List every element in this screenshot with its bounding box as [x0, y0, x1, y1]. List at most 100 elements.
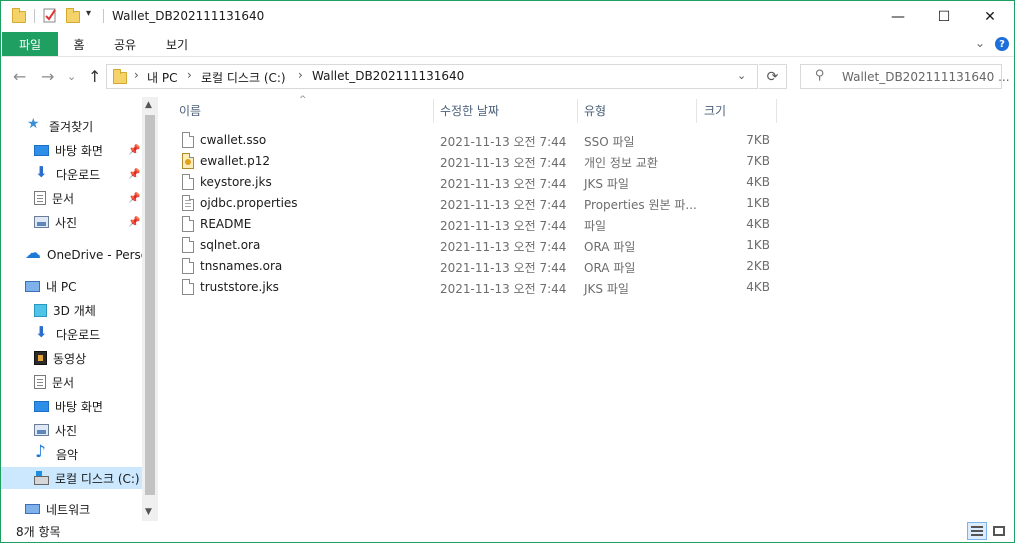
sidebar-item-this-pc[interactable]: 내 PC — [25, 275, 76, 297]
file-row[interactable]: ojdbc.properties 2021-11-13 오전 7:44 Prop… — [178, 193, 778, 214]
file-size: 4KB — [746, 175, 770, 189]
file-row[interactable]: README 2021-11-13 오전 7:44 파일 4KB — [178, 214, 778, 235]
folder-icon — [113, 69, 127, 84]
search-icon: ⚲ — [815, 68, 825, 83]
customize-quick-access-icon[interactable]: ▾ — [86, 8, 91, 26]
file-size: 4KB — [746, 280, 770, 294]
sidebar-item-desktop[interactable]: 바탕 화면 — [34, 139, 103, 161]
up-arrow-icon[interactable]: ↑ — [88, 67, 101, 86]
file-type: JKS 파일 — [584, 282, 629, 296]
column-divider[interactable] — [433, 99, 434, 123]
file-row[interactable]: keystore.jks 2021-11-13 오전 7:44 JKS 파일 4… — [178, 172, 778, 193]
breadcrumb-chevron-icon[interactable]: › — [187, 68, 192, 82]
file-row[interactable]: tnsnames.ora 2021-11-13 오전 7:44 ORA 파일 2… — [178, 256, 778, 277]
address-row: ← → ⌄ ↑ › 내 PC › 로컬 디스크 (C:) › Wallet_DB… — [1, 57, 1014, 97]
column-divider[interactable] — [577, 99, 578, 123]
file-size: 1KB — [746, 196, 770, 210]
tab-home[interactable]: 홈 — [63, 32, 95, 56]
maximize-button[interactable]: ☐ — [921, 1, 967, 32]
file-name: cwallet.sso — [200, 133, 267, 147]
sidebar-item-videos[interactable]: 동영상 — [34, 347, 86, 369]
column-header-name[interactable]: 이름 — [179, 97, 201, 124]
file-row[interactable]: ewallet.p12 2021-11-13 오전 7:44 개인 정보 교환 … — [178, 151, 778, 172]
sidebar-item-music[interactable]: 음악 — [34, 442, 78, 465]
minimize-button[interactable]: — — [875, 1, 921, 32]
sidebar-item-pictures[interactable]: 사진 — [34, 211, 77, 233]
pin-icon: 📌 — [128, 217, 141, 228]
back-arrow-icon[interactable]: ← — [13, 67, 26, 86]
file-type: ORA 파일 — [584, 240, 636, 254]
properties-icon[interactable] — [42, 7, 58, 25]
sidebar-item-local-disk[interactable]: 로컬 디스크 (C:) — [1, 467, 142, 489]
file-date: 2021-11-13 오전 7:44 — [440, 177, 567, 191]
download-icon — [34, 163, 50, 181]
help-icon[interactable]: ? — [995, 37, 1009, 51]
breadcrumb-item[interactable]: 로컬 디스크 (C:) — [201, 69, 286, 86]
file-name: sqlnet.ora — [200, 238, 261, 252]
refresh-icon: ⟳ — [766, 68, 779, 85]
file-name: tnsnames.ora — [200, 259, 283, 273]
tab-share[interactable]: 공유 — [105, 32, 145, 56]
video-icon — [34, 351, 47, 365]
address-bar[interactable]: › 내 PC › 로컬 디스크 (C:) › Wallet_DB20211113… — [106, 64, 758, 89]
refresh-button[interactable]: ⟳ — [759, 64, 787, 89]
sidebar-item-documents[interactable]: 문서 — [34, 187, 74, 209]
forward-arrow-icon[interactable]: → — [41, 67, 54, 86]
file-row[interactable]: truststore.jks 2021-11-13 오전 7:44 JKS 파일… — [178, 277, 778, 298]
sidebar-item-downloads[interactable]: 다운로드 — [34, 163, 100, 185]
status-bar: 8개 항목 — [1, 521, 1014, 542]
file-date: 2021-11-13 오전 7:44 — [440, 198, 567, 212]
sidebar-item-3d-objects[interactable]: 3D 개체 — [34, 299, 96, 321]
scrollbar-thumb[interactable] — [145, 115, 155, 495]
sidebar-item-pictures-pc[interactable]: 사진 — [34, 419, 77, 441]
column-divider[interactable] — [776, 99, 777, 123]
sort-ascending-icon: ^ — [299, 95, 307, 105]
sidebar-item-desktop-pc[interactable]: 바탕 화면 — [34, 395, 103, 417]
breadcrumb-item[interactable]: Wallet_DB202111131640 — [312, 69, 464, 83]
breadcrumb-chevron-icon[interactable]: › — [298, 68, 303, 82]
scroll-up-icon[interactable]: ▲ — [145, 100, 152, 110]
close-button[interactable]: ✕ — [967, 1, 1013, 32]
column-divider[interactable] — [696, 99, 697, 123]
file-type: 파일 — [584, 219, 607, 233]
scroll-down-icon[interactable]: ▼ — [145, 507, 152, 517]
file-size: 4KB — [746, 217, 770, 231]
file-size: 7KB — [746, 133, 770, 147]
column-header-size[interactable]: 크기 — [704, 97, 726, 124]
certificate-file-icon — [182, 153, 194, 169]
desktop-icon — [34, 400, 49, 412]
file-row[interactable]: sqlnet.ora 2021-11-13 오전 7:44 ORA 파일 1KB — [178, 235, 778, 256]
sidebar-item-quick-access[interactable]: 즐겨찾기 — [27, 115, 93, 137]
breadcrumb-chevron-icon[interactable]: › — [134, 68, 139, 82]
sidebar-scrollbar[interactable]: ▲ ▼ — [142, 97, 158, 521]
file-row[interactable]: cwallet.sso 2021-11-13 오전 7:44 SSO 파일 7K… — [178, 130, 778, 151]
column-header-date[interactable]: 수정한 날짜 — [440, 97, 499, 124]
file-date: 2021-11-13 오전 7:44 — [440, 135, 567, 149]
pin-icon: 📌 — [128, 169, 141, 180]
large-icons-view-button[interactable] — [989, 522, 1009, 540]
search-input[interactable]: ⚲ Wallet_DB202111131640 ... — [800, 64, 1010, 89]
star-icon — [27, 116, 43, 133]
address-dropdown-icon[interactable]: ⌄ — [737, 69, 746, 82]
file-type: Properties 원본 파... — [584, 198, 697, 212]
sidebar-item-onedrive[interactable]: OneDrive - Person — [25, 243, 156, 266]
sidebar-item-downloads-pc[interactable]: 다운로드 — [34, 323, 100, 345]
music-icon — [34, 442, 50, 462]
file-date: 2021-11-13 오전 7:44 — [440, 282, 567, 296]
recent-locations-icon[interactable]: ⌄ — [67, 70, 76, 83]
breadcrumb-item[interactable]: 내 PC — [147, 69, 177, 86]
sidebar-item-network[interactable]: 네트워크 — [25, 498, 90, 520]
details-view-button[interactable] — [967, 522, 987, 540]
title-separator — [34, 9, 35, 23]
column-header-type[interactable]: 유형 — [584, 97, 606, 124]
collapse-ribbon-icon[interactable]: ⌄ — [975, 36, 985, 50]
file-size: 2KB — [746, 259, 770, 273]
file-name: README — [200, 217, 252, 231]
sidebar-item-documents-pc[interactable]: 문서 — [34, 371, 74, 393]
file-date: 2021-11-13 오전 7:44 — [440, 219, 567, 233]
file-type: ORA 파일 — [584, 261, 636, 275]
pin-icon: 📌 — [128, 145, 141, 156]
tab-file[interactable]: 파일 — [2, 32, 58, 56]
tab-view[interactable]: 보기 — [157, 32, 197, 56]
file-icon — [182, 279, 194, 295]
